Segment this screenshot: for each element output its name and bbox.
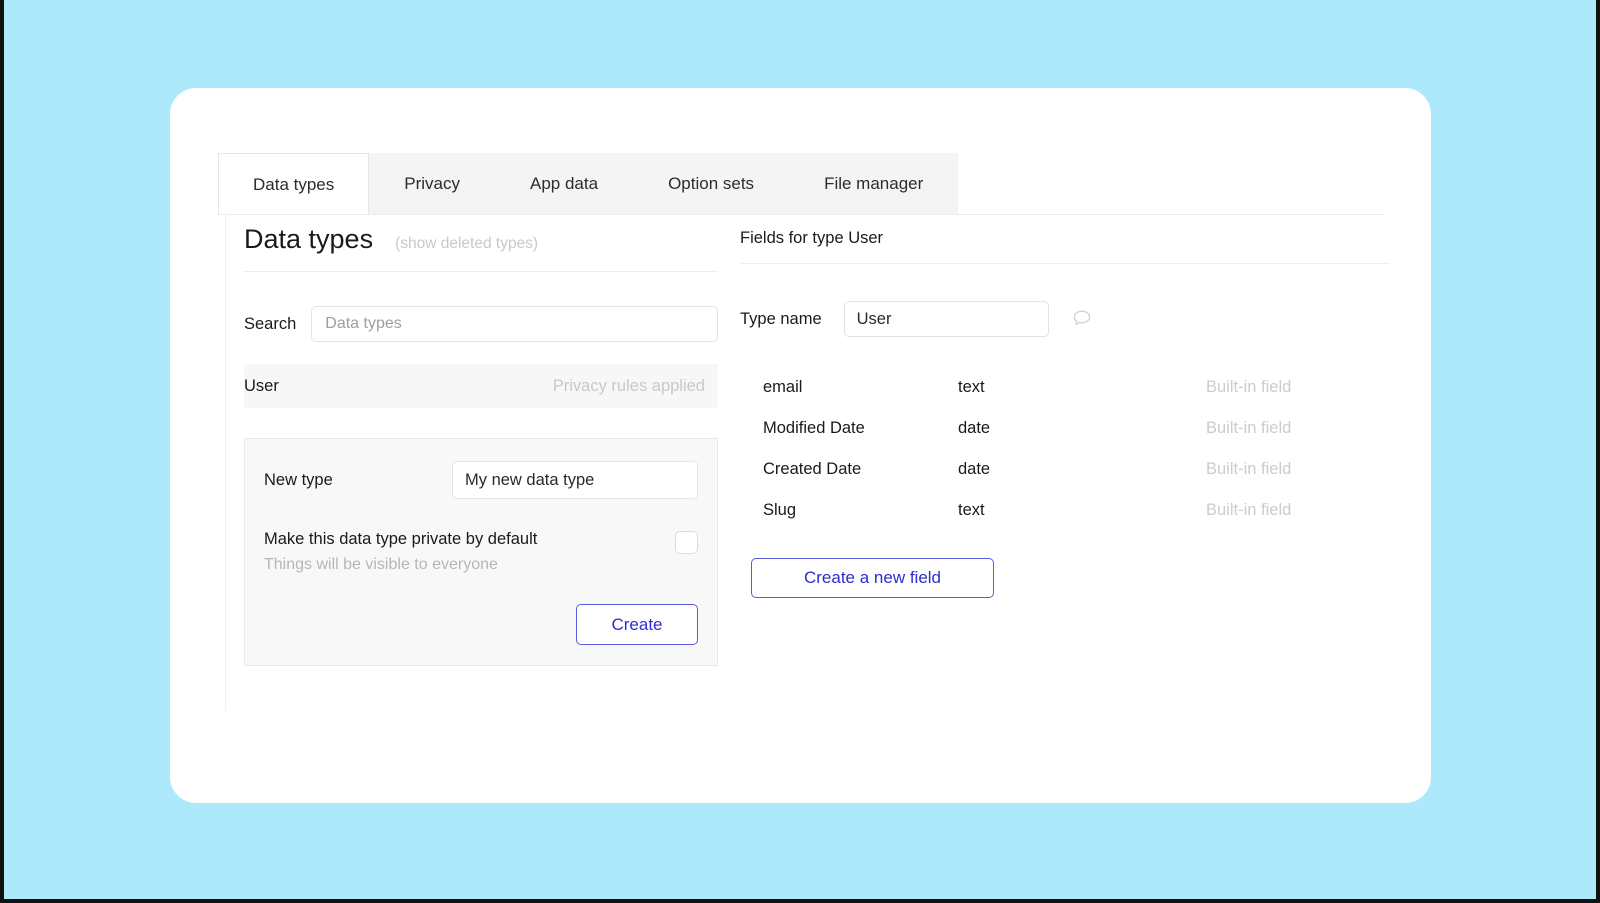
search-label: Search bbox=[244, 314, 297, 333]
data-type-status: Privacy rules applied bbox=[552, 376, 705, 395]
create-button[interactable]: Create bbox=[576, 604, 698, 645]
private-by-default-checkbox[interactable] bbox=[675, 531, 698, 554]
field-note: Built-in field bbox=[1206, 419, 1292, 437]
tab-option-sets[interactable]: Option sets bbox=[633, 153, 790, 215]
search-row: Search bbox=[244, 306, 718, 342]
tab-label: Privacy bbox=[404, 174, 460, 193]
data-type-name: User bbox=[244, 376, 279, 395]
search-input[interactable] bbox=[311, 306, 718, 342]
table-row[interactable]: Created Date date Built-in field bbox=[740, 449, 1390, 490]
create-button-row: Create bbox=[264, 604, 698, 645]
data-types-panel: Data types (show deleted types) Search U… bbox=[244, 224, 718, 666]
field-note: Built-in field bbox=[1206, 378, 1292, 396]
tab-bar-divider bbox=[218, 214, 1384, 215]
table-row[interactable]: email text Built-in field bbox=[740, 367, 1390, 408]
tab-label: File manager bbox=[824, 174, 924, 193]
private-by-default-label: Make this data type private by default bbox=[264, 530, 538, 548]
field-type: text bbox=[958, 501, 985, 519]
app-window-card: Data types Privacy App data Option sets … bbox=[170, 88, 1431, 803]
create-new-field-button[interactable]: Create a new field bbox=[751, 558, 994, 598]
tab-privacy[interactable]: Privacy bbox=[369, 153, 495, 215]
tab-strip: Data types Privacy App data Option sets … bbox=[218, 153, 959, 215]
data-types-header: Data types (show deleted types) bbox=[244, 224, 718, 272]
field-type: date bbox=[958, 460, 991, 478]
tab-file-manager[interactable]: File manager bbox=[789, 153, 959, 215]
type-name-label: Type name bbox=[740, 309, 822, 328]
tab-app-data[interactable]: App data bbox=[495, 153, 634, 215]
fields-header: Fields for type User bbox=[740, 229, 1390, 264]
comment-bubble-icon[interactable] bbox=[1071, 308, 1093, 330]
field-type: text bbox=[958, 378, 985, 396]
new-type-name-input[interactable] bbox=[452, 461, 698, 499]
new-type-row: New type bbox=[264, 461, 698, 499]
private-by-default-hint: Things will be visible to everyone bbox=[264, 556, 498, 573]
tab-bar: Data types Privacy App data Option sets … bbox=[218, 153, 1384, 215]
type-name-row: Type name bbox=[740, 301, 1390, 337]
data-type-list-item-user[interactable]: User Privacy rules applied bbox=[244, 364, 718, 408]
field-name: email bbox=[763, 378, 803, 396]
fields-list: email text Built-in field Modified Date … bbox=[740, 367, 1390, 531]
field-note: Built-in field bbox=[1206, 460, 1292, 478]
tab-label: Option sets bbox=[668, 174, 755, 193]
fields-panel: Fields for type User Type name email tex… bbox=[740, 229, 1390, 598]
tab-label: Data types bbox=[253, 174, 335, 194]
new-type-label: New type bbox=[264, 470, 333, 489]
field-name: Modified Date bbox=[763, 419, 865, 437]
new-type-panel: New type Make this data type private by … bbox=[244, 438, 718, 666]
tab-data-types[interactable]: Data types bbox=[218, 153, 370, 215]
field-note: Built-in field bbox=[1206, 501, 1292, 519]
show-deleted-types-link[interactable]: (show deleted types) bbox=[395, 235, 538, 253]
field-type: date bbox=[958, 419, 991, 437]
fields-panel-title: Fields for type User bbox=[740, 229, 884, 247]
table-row[interactable]: Slug text Built-in field bbox=[740, 490, 1390, 531]
field-name: Created Date bbox=[763, 460, 862, 478]
private-by-default-texts: Make this data type private by default T… bbox=[264, 529, 537, 574]
page-title: Data types bbox=[244, 224, 374, 254]
table-row[interactable]: Modified Date date Built-in field bbox=[740, 408, 1390, 449]
column-divider bbox=[225, 215, 226, 711]
tab-label: App data bbox=[530, 174, 599, 193]
field-name: Slug bbox=[763, 501, 797, 519]
private-by-default-row: Make this data type private by default T… bbox=[264, 529, 698, 574]
type-name-input[interactable] bbox=[843, 301, 1049, 337]
